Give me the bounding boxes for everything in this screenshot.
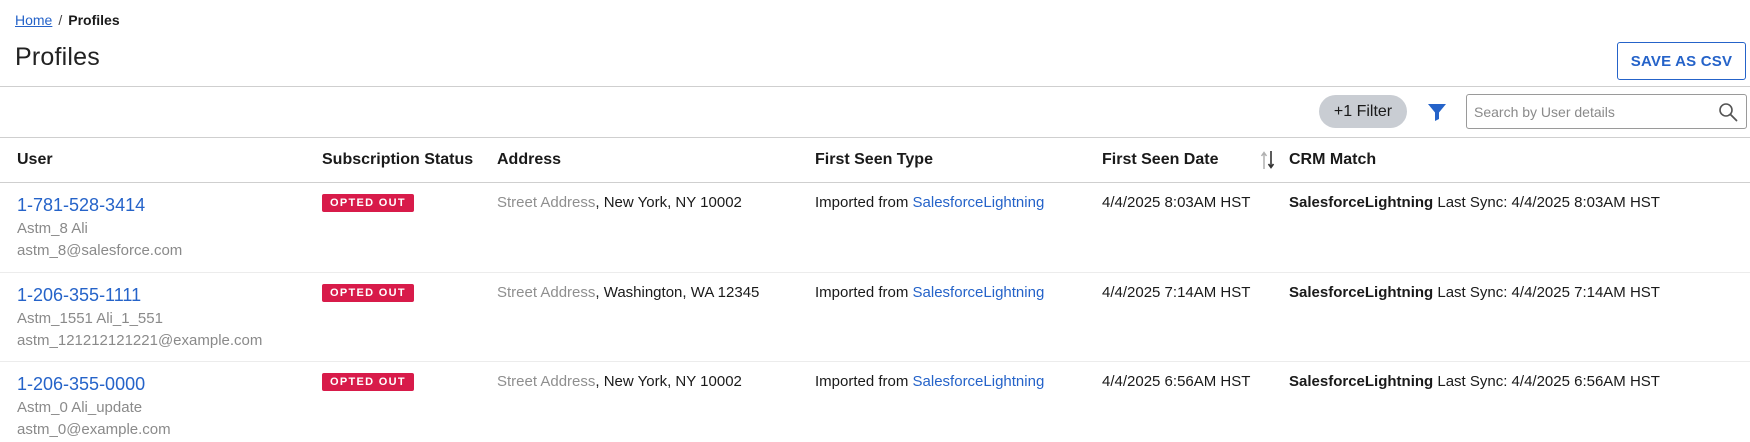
first-seen-type-cell: Imported from SalesforceLightning <box>815 194 1044 211</box>
column-header-address: Address <box>497 151 562 168</box>
address-cell: Street Address, New York, NY 10002 <box>497 194 742 211</box>
column-header-crm-match: CRM Match <box>1289 151 1377 168</box>
first-seen-source-link[interactable]: SalesforceLightning <box>913 373 1045 390</box>
crm-last-sync: Last Sync: 4/4/2025 8:03AM HST <box>1433 194 1660 211</box>
crm-match-cell: SalesforceLightning Last Sync: 4/4/2025 … <box>1289 194 1660 211</box>
user-email: astm_121212121221@example.com <box>17 332 263 349</box>
row-divider <box>0 361 1750 362</box>
first-seen-prefix: Imported from <box>815 194 913 211</box>
column-header-first-seen-type: First Seen Type <box>815 151 933 168</box>
user-phone-link[interactable]: 1-206-355-0000 <box>17 374 145 395</box>
first-seen-date: 4/4/2025 6:56AM HST <box>1102 373 1251 390</box>
first-seen-type-cell: Imported from SalesforceLightning <box>815 373 1044 390</box>
save-as-csv-button[interactable]: SAVE AS CSV <box>1617 42 1746 80</box>
user-name: Astm_0 Ali_update <box>17 399 143 416</box>
breadcrumb-current: Profiles <box>68 12 120 28</box>
crm-name: SalesforceLightning <box>1289 194 1434 211</box>
crm-match-cell: SalesforceLightning Last Sync: 4/4/2025 … <box>1289 373 1660 390</box>
search-icon[interactable] <box>1718 102 1738 122</box>
header-divider <box>0 86 1750 87</box>
row-divider <box>0 272 1750 273</box>
first-seen-date: 4/4/2025 7:14AM HST <box>1102 284 1251 301</box>
crm-name: SalesforceLightning <box>1289 284 1434 301</box>
breadcrumb-separator: / <box>58 12 63 28</box>
crm-name: SalesforceLightning <box>1289 373 1434 390</box>
user-phone-link[interactable]: 1-781-528-3414 <box>17 195 145 216</box>
address-city: , Washington, WA 12345 <box>595 284 760 301</box>
first-seen-prefix: Imported from <box>815 284 913 301</box>
active-filter-pill[interactable]: +1 Filter <box>1319 95 1407 128</box>
sort-arrows-icon[interactable] <box>1260 149 1276 171</box>
funnel-icon[interactable] <box>1427 102 1447 122</box>
user-name: Astm_1551 Ali_1_551 <box>17 310 163 327</box>
address-street-label: Street Address <box>497 284 596 301</box>
column-header-first-seen-date[interactable]: First Seen Date <box>1102 151 1218 169</box>
breadcrumb: Home / Profiles <box>15 12 120 28</box>
crm-match-cell: SalesforceLightning Last Sync: 4/4/2025 … <box>1289 284 1660 301</box>
table-header-divider <box>0 182 1750 183</box>
first-seen-source-link[interactable]: SalesforceLightning <box>913 194 1045 211</box>
first-seen-date: 4/4/2025 8:03AM HST <box>1102 194 1251 211</box>
toolbar-divider <box>0 137 1750 138</box>
status-badge: OPTED OUT <box>322 284 414 302</box>
address-cell: Street Address, New York, NY 10002 <box>497 373 742 390</box>
address-street-label: Street Address <box>497 373 596 390</box>
status-badge: OPTED OUT <box>322 194 414 212</box>
address-city: , New York, NY 10002 <box>595 373 742 390</box>
search-box <box>1466 94 1747 129</box>
address-street-label: Street Address <box>497 194 596 211</box>
first-seen-type-cell: Imported from SalesforceLightning <box>815 284 1044 301</box>
status-badge: OPTED OUT <box>322 373 414 391</box>
crm-last-sync: Last Sync: 4/4/2025 7:14AM HST <box>1433 284 1660 301</box>
user-name: Astm_8 Ali <box>17 220 88 237</box>
user-phone-link[interactable]: 1-206-355-1111 <box>17 285 141 306</box>
user-email: astm_8@salesforce.com <box>17 242 183 259</box>
column-header-user: User <box>17 151 53 168</box>
column-header-subscription-status: Subscription Status <box>322 151 474 168</box>
address-cell: Street Address, Washington, WA 12345 <box>497 284 759 301</box>
search-input[interactable] <box>1467 95 1707 128</box>
address-city: , New York, NY 10002 <box>595 194 742 211</box>
user-email: astm_0@example.com <box>17 421 171 438</box>
first-seen-prefix: Imported from <box>815 373 913 390</box>
breadcrumb-home-link[interactable]: Home <box>15 12 52 28</box>
page-title: Profiles <box>15 43 100 71</box>
crm-last-sync: Last Sync: 4/4/2025 6:56AM HST <box>1433 373 1660 390</box>
first-seen-source-link[interactable]: SalesforceLightning <box>913 284 1045 301</box>
